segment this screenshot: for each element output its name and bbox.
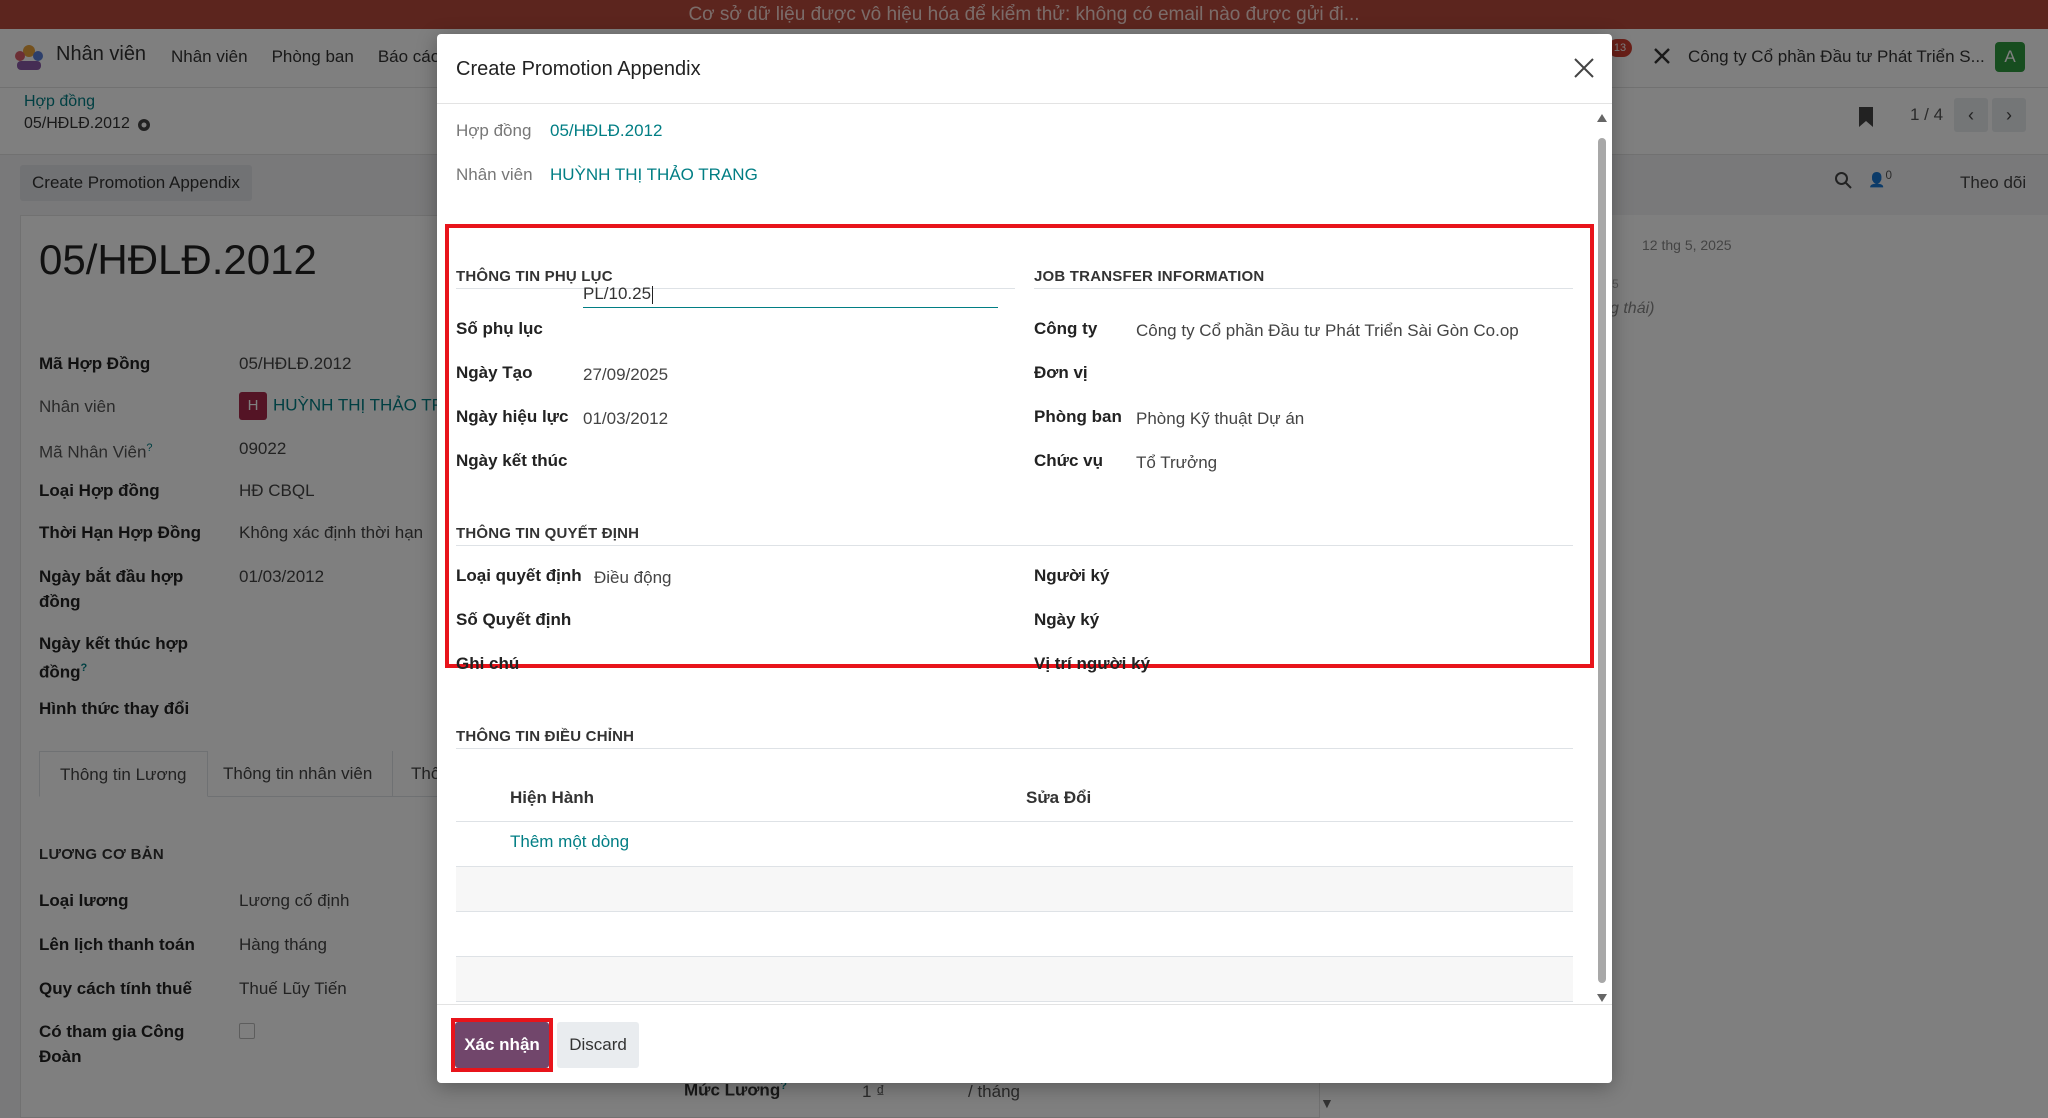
modal-footer: Xác nhận Discard (437, 1004, 1612, 1083)
modal-header: Create Promotion Appendix (437, 34, 1612, 104)
end-date-label: Ngày kết thúc (456, 451, 568, 470)
divider (456, 545, 1573, 546)
empty-table-row (456, 957, 1573, 1001)
field-contract: Hợp đồng 05/HĐLĐ.2012 (456, 121, 662, 141)
table-divider (456, 1001, 1573, 1002)
department-label: Phòng ban (1034, 407, 1122, 426)
signer-label: Người ký (1034, 566, 1110, 585)
discard-button[interactable]: Discard (557, 1022, 639, 1068)
table-divider (456, 956, 1573, 957)
appendix-number-value: PL/10.25 (583, 284, 652, 303)
appendix-number-input[interactable]: PL/10.25 (583, 280, 998, 308)
field-employee: Nhân viên HUỲNH THỊ THẢO TRANG (456, 165, 758, 185)
sign-date-label: Ngày ký (1034, 610, 1100, 629)
effective-date-field[interactable]: 01/03/2012 (583, 409, 668, 429)
confirm-button[interactable]: Xác nhận (455, 1022, 549, 1068)
position-field[interactable]: Tổ Trưởng (1136, 453, 1217, 473)
job-transfer-heading: JOB TRANSFER INFORMATION (1034, 268, 1265, 285)
empty-table-row (456, 867, 1573, 911)
employee-link[interactable]: HUỲNH THỊ THẢO TRANG (550, 165, 758, 185)
appendix-number-label: Số phụ lục (456, 319, 543, 338)
scroll-down-arrow-icon[interactable] (1597, 994, 1607, 1002)
created-date-field[interactable]: 27/09/2025 (583, 365, 668, 385)
scroll-thumb[interactable] (1598, 138, 1606, 983)
field-label: Hợp đồng (456, 121, 532, 140)
department-field[interactable]: Phòng Kỹ thuật Dự án (1136, 409, 1304, 429)
table-divider (456, 911, 1573, 912)
scrollbar[interactable] (1597, 114, 1607, 1004)
modal-title: Create Promotion Appendix (456, 58, 701, 80)
divider (1034, 288, 1573, 289)
signer-position-label: Vị trí người ký (1034, 654, 1151, 673)
divider (456, 748, 1573, 749)
field-label: Nhân viên (456, 165, 533, 184)
column-header-modified[interactable]: Sửa Đổi (1026, 788, 1091, 808)
text-caret (652, 285, 654, 304)
effective-date-label: Ngày hiệu lực (456, 407, 569, 426)
note-label: Ghi chú (456, 654, 520, 673)
decision-type-field[interactable]: Điều động (594, 568, 672, 588)
created-date-label: Ngày Tạo (456, 363, 533, 382)
contract-link[interactable]: 05/HĐLĐ.2012 (550, 121, 662, 141)
decision-number-label: Số Quyết định (456, 610, 572, 629)
scroll-up-arrow-icon[interactable] (1597, 114, 1607, 122)
unit-label: Đơn vị (1034, 363, 1088, 382)
company-label: Công ty (1034, 319, 1098, 338)
adjustment-info-heading: THÔNG TIN ĐIỀU CHỈNH (456, 728, 635, 745)
modal-body: Hợp đồng 05/HĐLĐ.2012 Nhân viên HUỲNH TH… (437, 104, 1612, 1004)
column-header-current[interactable]: Hiện Hành (510, 788, 594, 808)
add-line-link[interactable]: Thêm một dòng (510, 832, 629, 852)
close-icon[interactable] (1571, 55, 1597, 81)
table-divider (456, 821, 1573, 822)
decision-type-label: Loại quyết định (456, 566, 582, 585)
create-promotion-appendix-dialog: Create Promotion Appendix Hợp đồng 05/HĐ… (437, 34, 1612, 1083)
company-field[interactable]: Công ty Cổ phần Đầu tư Phát Triển Sài Gò… (1136, 321, 1519, 341)
decision-info-heading: THÔNG TIN QUYẾT ĐỊNH (456, 525, 640, 542)
position-label: Chức vụ (1034, 451, 1103, 470)
